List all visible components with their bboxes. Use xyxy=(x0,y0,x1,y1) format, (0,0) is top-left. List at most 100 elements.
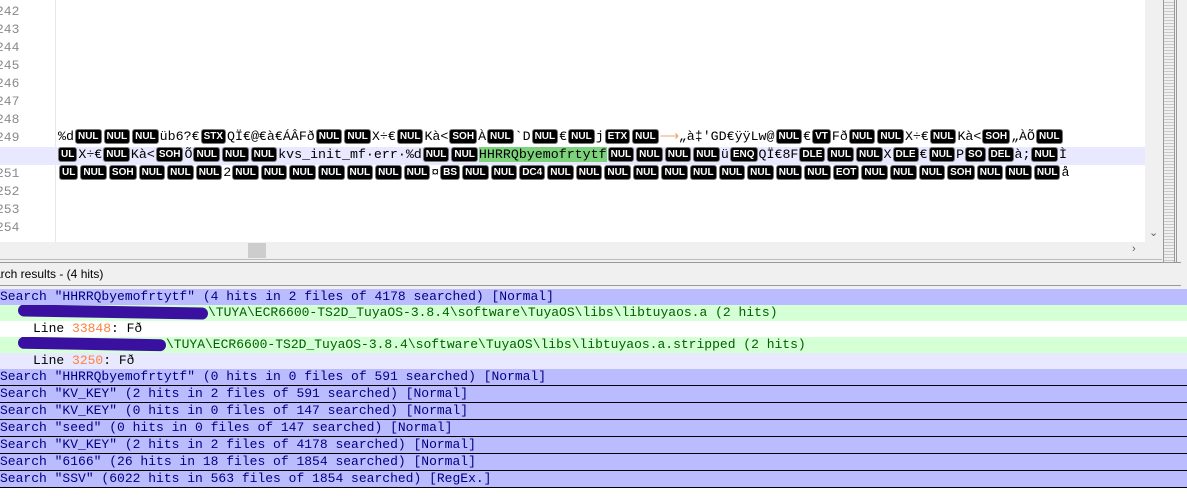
line-label: Line xyxy=(33,321,73,336)
control-char: NUL xyxy=(1005,165,1032,180)
horizontal-scrollbar[interactable]: › xyxy=(0,242,1162,260)
control-char: NUL xyxy=(222,147,249,162)
search-header-row[interactable]: Search "seed" (0 hits in 0 files of 147 … xyxy=(0,420,1187,437)
code-line[interactable] xyxy=(58,57,1145,75)
search-results-title: arch results - (4 hits) xyxy=(0,262,1181,286)
line-number: 243 xyxy=(0,22,20,37)
search-header-row[interactable]: Search "HHRRQbyemofrtytf" (0 hits in 0 f… xyxy=(0,369,1187,386)
control-char: NUL xyxy=(193,147,221,162)
code-text: X÷€ xyxy=(371,129,396,144)
control-char: NUL xyxy=(74,129,102,144)
code-text: Õ xyxy=(184,147,193,162)
control-char: NUL xyxy=(976,165,1004,180)
control-char: NUL xyxy=(827,147,854,162)
code-text: Ì xyxy=(1059,147,1068,162)
search-hit-row[interactable]: Line 3250: Fð xyxy=(0,353,1187,369)
code-line[interactable] xyxy=(58,39,1145,57)
control-char: NUL xyxy=(344,129,371,144)
code-text: X xyxy=(883,147,892,162)
control-char: UL xyxy=(58,147,78,162)
code-line[interactable]: %d NUL NUL NUL üb6?€ STX QÏ€@€à€ÁÂFð NUL NUL X÷€ N… xyxy=(58,129,1145,147)
search-header-row[interactable]: Search "SSV" (6022 hits in 563 files of … xyxy=(0,471,1187,488)
code-line[interactable] xyxy=(58,3,1145,21)
search-file-row[interactable]: \TUYA\ECR6600-TS2D_TuyaOS-3.8.4\software… xyxy=(0,337,1187,353)
control-char: NUL xyxy=(690,165,717,180)
code-line[interactable] xyxy=(58,111,1145,129)
code-text: à; xyxy=(1014,147,1031,162)
line-number: 242 xyxy=(0,4,20,19)
search-header-row[interactable]: Search "6166" (26 hits in 18 files of 18… xyxy=(0,454,1187,471)
control-char: EOT xyxy=(832,165,860,180)
control-char: NUL xyxy=(346,165,374,180)
code-text: j xyxy=(595,129,604,144)
search-header-row[interactable]: Search "KV_KEY" (2 hits in 2 files of 41… xyxy=(0,437,1187,454)
code-text: å xyxy=(1061,165,1070,180)
code-text: 2 xyxy=(223,165,232,180)
control-char: NUL xyxy=(848,129,876,144)
code-text: kvs_init_mf·err·%d xyxy=(278,147,422,162)
code-text: „ÀÕ xyxy=(1011,129,1036,144)
code-line[interactable] xyxy=(58,75,1145,93)
code-text: ¤ xyxy=(431,165,440,180)
redaction-scribble xyxy=(17,337,167,352)
control-char: NUL xyxy=(80,165,107,180)
search-results-list[interactable]: Search "HHRRQbyemofrtytf" (4 hits in 2 f… xyxy=(0,289,1187,504)
scrollbar-thumb[interactable] xyxy=(248,243,266,258)
scroll-right-icon[interactable]: › xyxy=(1132,243,1136,255)
search-file-row[interactable]: \TUYA\ECR6600-TS2D_TuyaOS-3.8.4\software… xyxy=(0,305,1187,321)
control-char: NUL xyxy=(632,129,659,144)
control-char: NUL xyxy=(775,129,803,144)
control-char: SOH xyxy=(108,165,137,180)
line-number: 249 xyxy=(0,130,20,145)
control-char: NUL xyxy=(317,165,345,180)
control-char: NUL xyxy=(1031,147,1059,162)
scroll-down-icon[interactable]: ⌄ xyxy=(1149,226,1158,239)
code-line[interactable] xyxy=(58,201,1145,219)
control-char: NUL xyxy=(718,165,746,180)
control-char: NUL xyxy=(547,165,574,180)
control-char: NUL xyxy=(1033,165,1061,180)
code-line[interactable] xyxy=(58,21,1145,39)
line-number: 245 xyxy=(0,58,20,73)
control-char: NUL xyxy=(636,147,663,162)
control-char: UL xyxy=(59,165,79,180)
code-text: € xyxy=(559,129,568,144)
code-line[interactable] xyxy=(58,219,1145,237)
code-text: € xyxy=(919,147,928,162)
vertical-scrollbar[interactable]: ⌄ xyxy=(1145,0,1162,242)
hit-text: : Fð xyxy=(111,321,143,336)
control-char: NUL xyxy=(232,165,259,180)
line-number: 247 xyxy=(0,94,20,109)
code-line[interactable] xyxy=(58,93,1145,111)
panel-splitter[interactable] xyxy=(1163,0,1175,262)
line-number-gutter: 242243244245246247248249250251252253254 xyxy=(0,0,56,242)
control-char: NUL xyxy=(568,129,595,144)
control-char: SOH xyxy=(155,147,184,162)
control-char: SOH xyxy=(982,129,1011,144)
code-line[interactable]: UL NUL SOH NUL NUL NUL 2 NUL NUL NUL NUL NUL NUL NUL ¤… xyxy=(58,165,1145,183)
control-char: NUL xyxy=(315,129,343,144)
control-char: NUL xyxy=(607,147,635,162)
code-text: Kà< xyxy=(424,129,449,144)
control-char: NUL xyxy=(403,165,431,180)
code-line[interactable]: UL X÷€ NUL Kà< SOH Õ NUL NUL NUL kvs_init_mf·err·… xyxy=(0,147,1145,165)
redaction-scribble xyxy=(17,305,209,320)
control-char: SOH xyxy=(947,165,975,180)
line-number: 248 xyxy=(0,112,20,127)
search-hit-row[interactable]: Line 33848: Fð xyxy=(0,321,1187,337)
line-number: 253 xyxy=(0,202,20,217)
control-char: NUL xyxy=(531,129,559,144)
editor[interactable]: 242243244245246247248249250251252253254 … xyxy=(0,0,1145,242)
code-line[interactable] xyxy=(58,183,1145,201)
code-text: À xyxy=(478,129,487,144)
search-match-highlight: HHRRQbyemofrtytf xyxy=(478,147,607,162)
code-text: %d xyxy=(58,129,74,144)
code-text: `D xyxy=(514,129,531,144)
search-header-row[interactable]: Search "HHRRQbyemofrtytf" (4 hits in 2 f… xyxy=(0,289,1187,305)
line-number: 244 xyxy=(0,40,20,55)
line-number: 252 xyxy=(0,184,20,199)
search-header-row[interactable]: Search "KV_KEY" (2 hits in 2 files of 59… xyxy=(0,386,1187,403)
control-char: NUL xyxy=(451,147,478,162)
control-char: NUL xyxy=(396,129,424,144)
search-header-row[interactable]: Search "KV_KEY" (0 hits in 0 files of 14… xyxy=(0,403,1187,420)
